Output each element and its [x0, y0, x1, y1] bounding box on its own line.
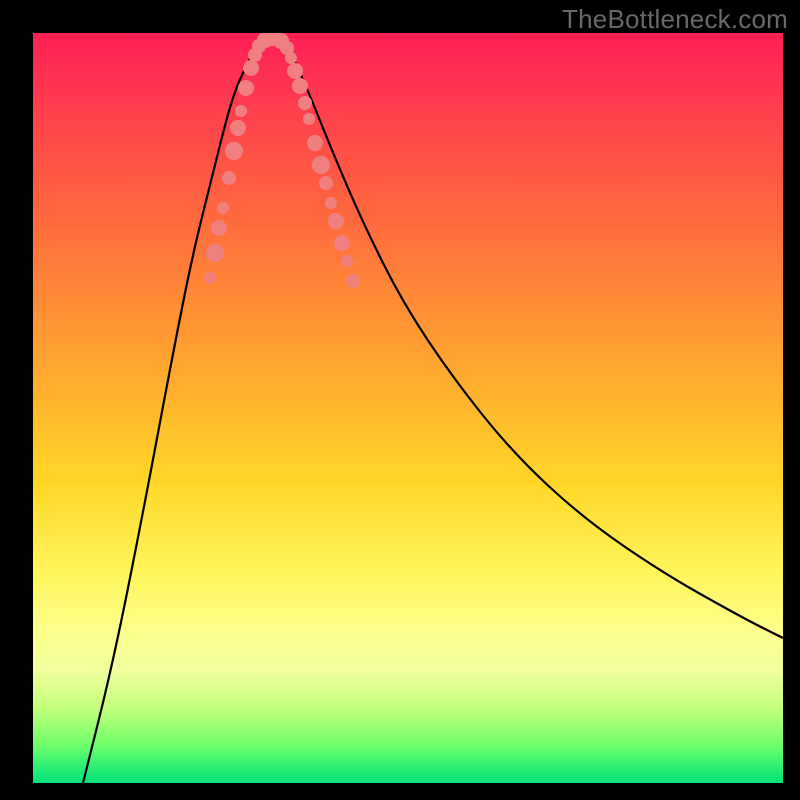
data-marker: [303, 113, 315, 125]
data-marker: [225, 142, 243, 160]
chart-svg: [33, 33, 783, 783]
chart-frame: TheBottleneck.com: [0, 0, 800, 800]
data-marker: [206, 244, 224, 262]
data-marker: [328, 213, 344, 229]
data-marker: [312, 156, 330, 174]
data-marker: [211, 220, 227, 236]
data-marker: [238, 80, 254, 96]
data-marker: [292, 78, 308, 94]
curve-group: [83, 38, 783, 783]
data-marker: [325, 197, 337, 209]
data-marker: [217, 202, 229, 214]
data-marker: [341, 255, 353, 267]
plot-area: [33, 33, 783, 783]
data-marker: [235, 105, 247, 117]
data-marker: [243, 60, 259, 76]
data-marker: [204, 272, 216, 284]
data-marker: [298, 96, 312, 110]
curve-right: [281, 38, 783, 638]
data-marker: [287, 63, 303, 79]
data-marker: [222, 171, 236, 185]
data-marker: [230, 120, 246, 136]
watermark-text: TheBottleneck.com: [562, 4, 788, 35]
data-marker: [334, 235, 350, 251]
data-marker: [285, 52, 297, 64]
data-marker: [307, 135, 323, 151]
data-marker: [346, 274, 360, 288]
data-marker: [319, 176, 333, 190]
